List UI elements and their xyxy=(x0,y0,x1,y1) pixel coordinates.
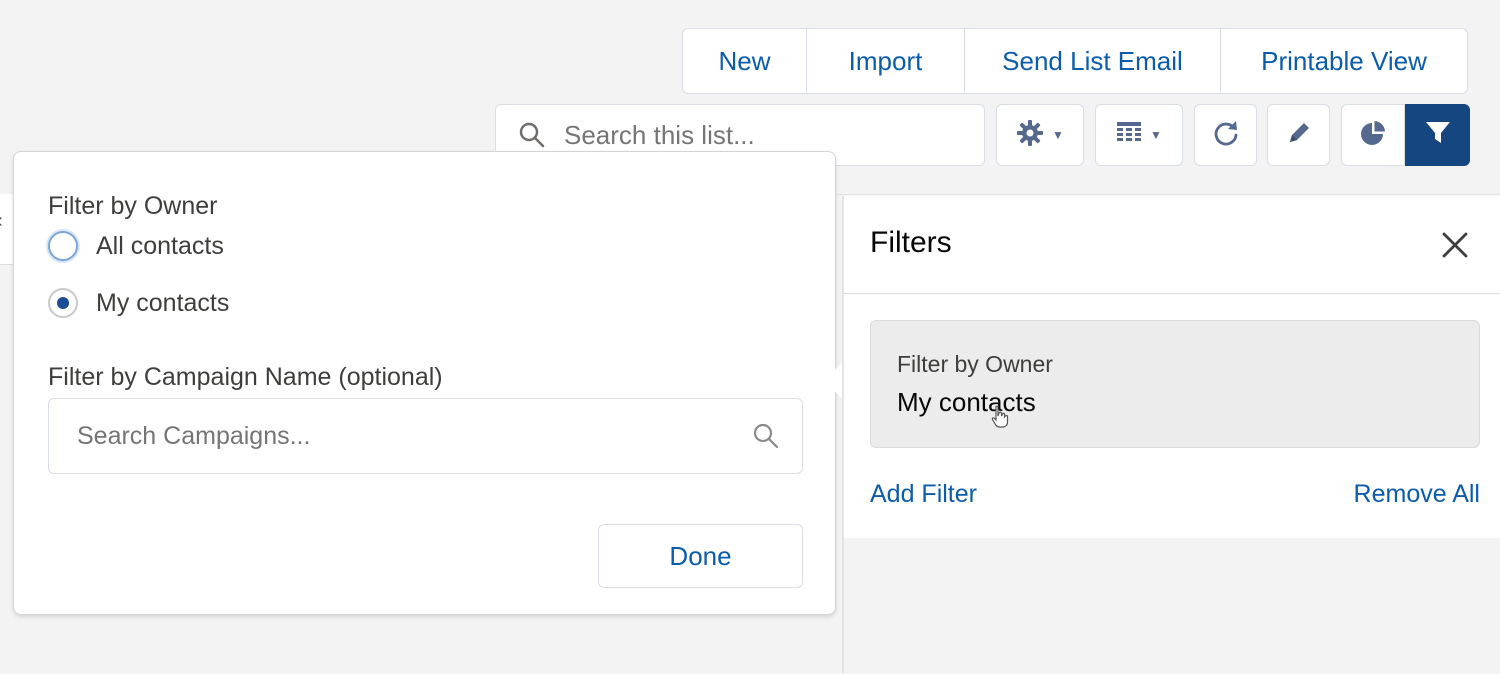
refresh-icon xyxy=(1212,119,1240,152)
hand-cursor-icon xyxy=(989,405,1011,434)
search-input[interactable] xyxy=(562,118,946,152)
send-list-email-button[interactable]: Send List Email xyxy=(965,29,1221,93)
caret-down-icon: ▼ xyxy=(1052,128,1064,142)
add-filter-link[interactable]: Add Filter xyxy=(870,480,977,509)
radio-all-contacts[interactable]: All contacts xyxy=(48,231,224,261)
radio-label: All contacts xyxy=(96,231,224,260)
campaign-search-input[interactable] xyxy=(75,420,752,452)
list-settings-button[interactable]: ▼ xyxy=(996,104,1084,166)
chevron-icon[interactable]: ‹ xyxy=(0,210,3,233)
list-header-strip: ‹ xyxy=(0,194,14,265)
radio-my-contacts[interactable]: My contacts xyxy=(48,288,229,318)
radio-button[interactable] xyxy=(48,288,78,318)
done-button[interactable]: Done xyxy=(598,524,803,588)
filter-card-label: Filter by Owner xyxy=(897,351,1053,377)
refresh-button[interactable] xyxy=(1194,104,1257,166)
display-as-button[interactable]: ▼ xyxy=(1095,104,1183,166)
campaign-filter-label: Filter by Campaign Name (optional) xyxy=(48,363,443,391)
pencil-icon xyxy=(1285,119,1313,152)
filters-header: Filters xyxy=(844,196,1500,294)
filter-popover: Filter by Owner All contacts My contacts… xyxy=(13,151,866,615)
charts-button[interactable] xyxy=(1341,104,1405,166)
new-button[interactable]: New xyxy=(683,29,807,93)
filters-body: Filter by Owner My contacts Add Filter R… xyxy=(844,294,1500,538)
filter-icon xyxy=(1424,119,1452,152)
search-icon xyxy=(518,120,548,150)
radio-button[interactable] xyxy=(48,231,78,261)
filter-button[interactable] xyxy=(1405,104,1470,166)
filter-card-owner[interactable]: Filter by Owner My contacts xyxy=(870,320,1480,448)
import-button[interactable]: Import xyxy=(807,29,965,93)
filters-title: Filters xyxy=(870,226,952,259)
campaign-search[interactable] xyxy=(48,398,803,474)
search-icon xyxy=(752,422,780,450)
filters-panel: Filters Filter by Owner My contacts Add … xyxy=(842,196,1500,673)
filter-card-value: My contacts xyxy=(897,387,1036,417)
close-icon[interactable] xyxy=(1440,230,1470,260)
printable-view-button[interactable]: Printable View xyxy=(1221,29,1467,93)
gear-icon xyxy=(1016,119,1044,152)
edit-list-button[interactable] xyxy=(1267,104,1330,166)
table-icon xyxy=(1116,120,1142,151)
caret-down-icon: ▼ xyxy=(1150,128,1162,142)
pie-chart-icon xyxy=(1359,119,1387,152)
radio-label: My contacts xyxy=(96,288,230,317)
owner-filter-label: Filter by Owner xyxy=(48,192,218,220)
list-action-buttons: New Import Send List Email Printable Vie… xyxy=(682,28,1468,94)
remove-all-link[interactable]: Remove All xyxy=(1354,480,1480,509)
